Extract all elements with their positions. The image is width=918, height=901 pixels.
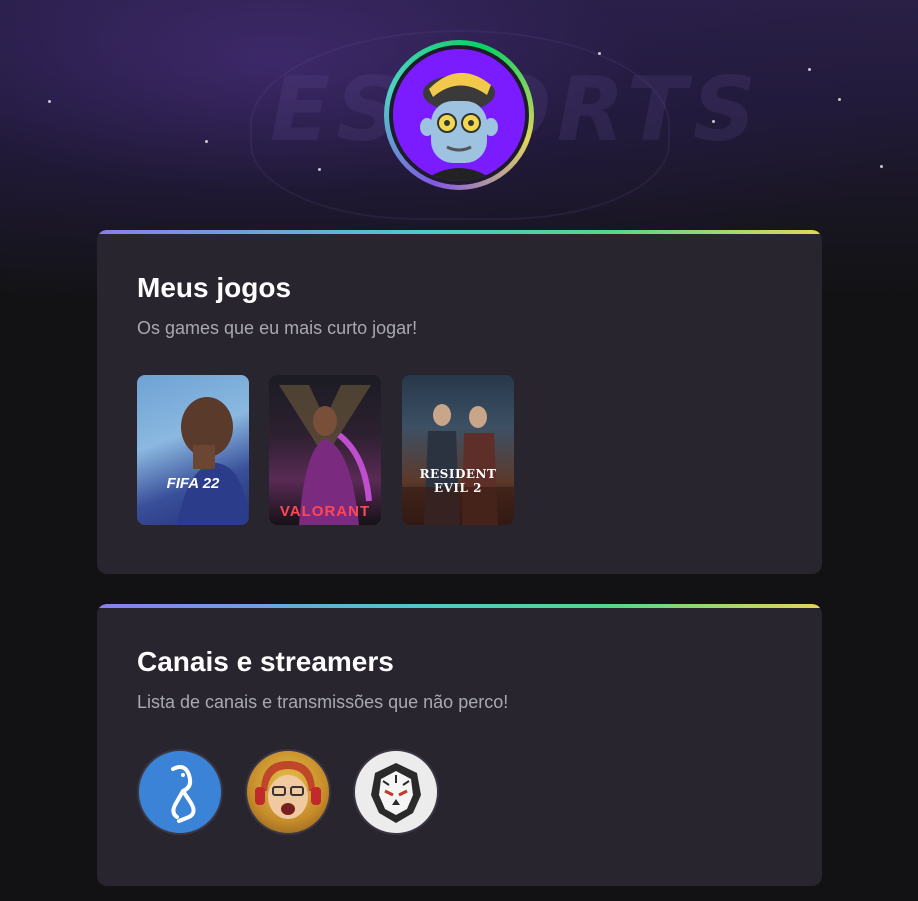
- game-title-fifa22: FIFA 22: [166, 475, 220, 492]
- star: [880, 165, 883, 168]
- channel-avatar-tiger[interactable]: [353, 749, 439, 835]
- star: [48, 100, 51, 103]
- avatar-image: [393, 49, 525, 181]
- games-card: Meus jogos Os games que eu mais curto jo…: [97, 230, 822, 574]
- streamer-face-icon: [255, 761, 321, 819]
- resident-evil-2-cover-art: [402, 404, 514, 525]
- game-title-valorant: VALORANT: [279, 503, 371, 520]
- avatar-border: [389, 45, 529, 185]
- star: [712, 120, 715, 123]
- game-title-resident-evil-2: RESIDENT EVIL 2: [419, 467, 497, 495]
- game-card-valorant[interactable]: VALORANT: [269, 375, 381, 525]
- star: [318, 168, 321, 171]
- channels-subtitle: Lista de canais e transmissões que não p…: [137, 692, 509, 712]
- games-subtitle: Os games que eu mais curto jogar!: [137, 318, 418, 338]
- channels-card: Canais e streamers Lista de canais e tra…: [97, 604, 822, 886]
- fifa22-cover-art: [177, 397, 249, 525]
- channel-avatar-streamer[interactable]: [245, 749, 331, 835]
- avatar-illustration: [393, 49, 525, 181]
- star: [205, 140, 208, 143]
- games-title: Meus jogos: [137, 272, 292, 303]
- channel-avatar-bird[interactable]: [137, 749, 223, 835]
- star: [838, 98, 841, 101]
- tiger-logo-icon: [371, 763, 421, 823]
- game-card-fifa22[interactable]: FIFA 22: [137, 375, 249, 525]
- game-card-resident-evil-2[interactable]: RESIDENT EVIL 2: [402, 375, 514, 525]
- profile-avatar: [384, 40, 534, 190]
- star: [598, 52, 601, 55]
- channels-title: Canais e streamers: [137, 646, 394, 677]
- star: [808, 68, 811, 71]
- bird-logo-icon: [171, 765, 196, 823]
